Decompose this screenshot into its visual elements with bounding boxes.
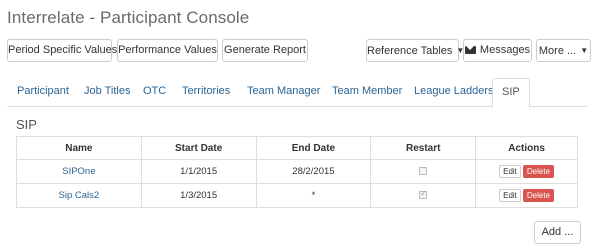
envelope-icon (464, 46, 476, 54)
tab-territories[interactable]: Territories (182, 78, 230, 107)
tab-otc[interactable]: OTC (143, 78, 166, 107)
period-specific-values-button[interactable]: Period Specific Values (7, 39, 117, 62)
generate-report-button[interactable]: Generate Report (222, 39, 308, 62)
period-specific-values-label: Period Specific Values (8, 44, 118, 56)
performance-values-label: Performance Values (118, 44, 217, 56)
messages-label: Messages (479, 44, 531, 56)
table-header-row: Name Start Date End Date Restart Actions (16, 136, 578, 160)
delete-button[interactable]: Delete (522, 189, 555, 202)
column-header-restart: Restart (370, 136, 477, 160)
more-button[interactable]: More ... ▼ (536, 39, 591, 62)
column-header-actions: Actions (475, 136, 578, 160)
messages-button[interactable]: Messages (463, 39, 532, 62)
end-date-cell: 28/2/2015 (255, 159, 372, 184)
tab-team-manager[interactable]: Team Manager (247, 78, 320, 107)
sip-table: Name Start Date End Date Restart Actions… (16, 136, 578, 208)
tab-job-titles[interactable]: Job Titles (84, 78, 130, 107)
more-label: More ... (538, 45, 577, 57)
add-button[interactable]: Add ... (534, 221, 581, 244)
start-date-cell: 1/1/2015 (140, 159, 257, 184)
column-header-name: Name (16, 136, 142, 160)
restart-checkbox (419, 167, 428, 176)
tab-bar: Participant Job Titles OTC Territories T… (7, 78, 587, 108)
tab-sip[interactable]: SIP (492, 78, 530, 108)
sip-name-link[interactable]: SIPOne (62, 166, 95, 177)
reference-tables-label: Reference Tables (367, 45, 453, 57)
tab-team-member[interactable]: Team Member (332, 78, 402, 107)
table-row: SIPOne 1/1/2015 28/2/2015 Edit Delete (16, 159, 578, 184)
start-date-cell: 1/3/2015 (140, 183, 257, 208)
add-label: Add ... (541, 226, 574, 238)
column-header-start-date: Start Date (140, 136, 257, 160)
chevron-down-icon: ▼ (580, 46, 589, 55)
edit-button[interactable]: Edit (499, 165, 521, 178)
restart-checkbox (419, 189, 428, 200)
performance-values-button[interactable]: Performance Values (117, 39, 218, 62)
delete-button[interactable]: Delete (522, 165, 555, 178)
tab-participant[interactable]: Participant (17, 78, 69, 107)
table-row: Sip Cals2 1/3/2015 * EditDelete (16, 183, 578, 208)
column-header-end-date: End Date (255, 136, 372, 160)
section-title: SIP (16, 117, 37, 132)
generate-report-label: Generate Report (224, 44, 306, 56)
reference-tables-button[interactable]: Reference Tables ▼ (366, 39, 464, 62)
page-title: Interrelate - Participant Console (7, 8, 250, 27)
tab-league-ladders[interactable]: League Ladders (414, 78, 494, 107)
sip-name-link[interactable]: Sip Cals2 (59, 190, 100, 201)
edit-button[interactable]: Edit (499, 189, 521, 202)
end-date-cell: * (255, 183, 372, 208)
